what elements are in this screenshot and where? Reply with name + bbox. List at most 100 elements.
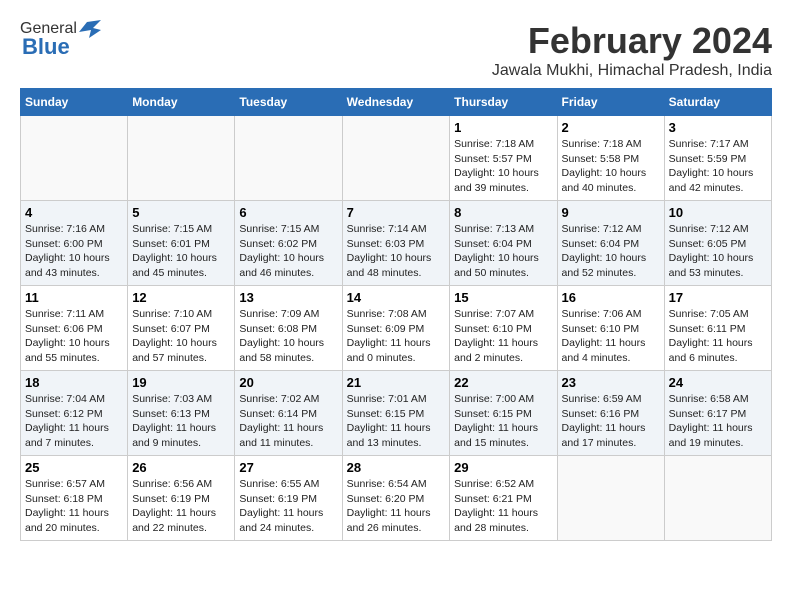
day-info: Sunrise: 7:16 AM Sunset: 6:00 PM Dayligh… [25,222,123,281]
column-header-sunday: Sunday [21,89,128,116]
calendar-cell: 23Sunrise: 6:59 AM Sunset: 6:16 PM Dayli… [557,371,664,456]
calendar-cell: 8 Sunrise: 7:13 AM Sunset: 6:04 PM Daylig… [450,201,557,286]
day-info: Sunrise: 7:04 AM Sunset: 6:12 PM Dayligh… [25,392,123,451]
logo-blue-text: Blue [22,34,70,60]
logo: General Blue [20,20,101,60]
day-number: 18 [25,375,123,390]
day-number: 27 [239,460,337,475]
calendar-week-row: 4 Sunrise: 7:16 AM Sunset: 6:00 PM Daylig… [21,201,772,286]
calendar-cell: 9 Sunrise: 7:12 AM Sunset: 6:04 PM Daylig… [557,201,664,286]
day-number: 5 [132,205,230,220]
column-header-tuesday: Tuesday [235,89,342,116]
day-number: 6 [239,205,337,220]
location-title: Jawala Mukhi, Himachal Pradesh, India [492,62,772,80]
calendar-cell: 1Sunrise: 7:18 AM Sunset: 5:57 PM Daylig… [450,116,557,201]
day-info: Sunrise: 7:14 AM Sunset: 6:03 PM Dayligh… [347,222,446,281]
calendar-cell: 5 Sunrise: 7:15 AM Sunset: 6:01 PM Daylig… [128,201,235,286]
day-info: Sunrise: 7:11 AM Sunset: 6:06 PM Dayligh… [25,307,123,366]
day-info: Sunrise: 7:06 AM Sunset: 6:10 PM Dayligh… [562,307,660,366]
day-info: Sunrise: 7:15 AM Sunset: 6:01 PM Dayligh… [132,222,230,281]
column-header-wednesday: Wednesday [342,89,450,116]
calendar-cell: 4 Sunrise: 7:16 AM Sunset: 6:00 PM Daylig… [21,201,128,286]
day-number: 15 [454,290,552,305]
day-info: Sunrise: 6:56 AM Sunset: 6:19 PM Dayligh… [132,477,230,536]
title-section: February 2024 Jawala Mukhi, Himachal Pra… [492,20,772,80]
day-info: Sunrise: 7:15 AM Sunset: 6:02 PM Dayligh… [239,222,337,281]
day-info: Sunrise: 7:00 AM Sunset: 6:15 PM Dayligh… [454,392,552,451]
calendar-table: SundayMondayTuesdayWednesdayThursdayFrid… [20,88,772,541]
day-number: 8 [454,205,552,220]
day-number: 19 [132,375,230,390]
column-header-friday: Friday [557,89,664,116]
day-number: 17 [669,290,767,305]
day-number: 2 [562,120,660,135]
day-info: Sunrise: 6:57 AM Sunset: 6:18 PM Dayligh… [25,477,123,536]
calendar-cell: 14Sunrise: 7:08 AM Sunset: 6:09 PM Dayli… [342,286,450,371]
calendar-cell [21,116,128,201]
calendar-cell: 11Sunrise: 7:11 AM Sunset: 6:06 PM Dayli… [21,286,128,371]
calendar-cell: 7 Sunrise: 7:14 AM Sunset: 6:03 PM Daylig… [342,201,450,286]
day-info: Sunrise: 6:59 AM Sunset: 6:16 PM Dayligh… [562,392,660,451]
day-number: 26 [132,460,230,475]
calendar-cell: 21 Sunrise: 7:01 AM Sunset: 6:15 PM Dayli… [342,371,450,456]
day-number: 22 [454,375,552,390]
day-number: 21 [347,375,446,390]
calendar-cell: 17 Sunrise: 7:05 AM Sunset: 6:11 PM Dayli… [664,286,771,371]
calendar-cell: 2 Sunrise: 7:18 AM Sunset: 5:58 PM Daylig… [557,116,664,201]
page-header: General Blue February 2024 Jawala Mukhi,… [20,20,772,80]
calendar-cell: 22 Sunrise: 7:00 AM Sunset: 6:15 PM Dayli… [450,371,557,456]
calendar-cell: 19 Sunrise: 7:03 AM Sunset: 6:13 PM Dayli… [128,371,235,456]
day-info: Sunrise: 7:02 AM Sunset: 6:14 PM Dayligh… [239,392,337,451]
day-info: Sunrise: 7:01 AM Sunset: 6:15 PM Dayligh… [347,392,446,451]
calendar-cell: 27 Sunrise: 6:55 AM Sunset: 6:19 PM Dayli… [235,456,342,541]
calendar-cell [128,116,235,201]
day-info: Sunrise: 7:03 AM Sunset: 6:13 PM Dayligh… [132,392,230,451]
day-number: 9 [562,205,660,220]
calendar-cell: 12Sunrise: 7:10 AM Sunset: 6:07 PM Dayli… [128,286,235,371]
day-number: 16 [562,290,660,305]
column-header-thursday: Thursday [450,89,557,116]
day-number: 13 [239,290,337,305]
calendar-cell: 20 Sunrise: 7:02 AM Sunset: 6:14 PM Dayli… [235,371,342,456]
day-info: Sunrise: 7:18 AM Sunset: 5:57 PM Dayligh… [454,137,552,196]
calendar-week-row: 18 Sunrise: 7:04 AM Sunset: 6:12 PM Dayli… [21,371,772,456]
calendar-cell: 10Sunrise: 7:12 AM Sunset: 6:05 PM Dayli… [664,201,771,286]
day-number: 28 [347,460,446,475]
column-header-saturday: Saturday [664,89,771,116]
day-info: Sunrise: 7:13 AM Sunset: 6:04 PM Dayligh… [454,222,552,281]
calendar-cell: 18 Sunrise: 7:04 AM Sunset: 6:12 PM Dayli… [21,371,128,456]
calendar-week-row: 25 Sunrise: 6:57 AM Sunset: 6:18 PM Dayli… [21,456,772,541]
day-info: Sunrise: 7:05 AM Sunset: 6:11 PM Dayligh… [669,307,767,366]
day-info: Sunrise: 7:09 AM Sunset: 6:08 PM Dayligh… [239,307,337,366]
day-number: 3 [669,120,767,135]
calendar-cell [235,116,342,201]
day-info: Sunrise: 6:55 AM Sunset: 6:19 PM Dayligh… [239,477,337,536]
day-number: 4 [25,205,123,220]
day-number: 29 [454,460,552,475]
day-info: Sunrise: 7:12 AM Sunset: 6:04 PM Dayligh… [562,222,660,281]
month-title: February 2024 [492,20,772,62]
day-info: Sunrise: 6:52 AM Sunset: 6:21 PM Dayligh… [454,477,552,536]
calendar-cell: 13 Sunrise: 7:09 AM Sunset: 6:08 PM Dayli… [235,286,342,371]
calendar-cell: 16 Sunrise: 7:06 AM Sunset: 6:10 PM Dayli… [557,286,664,371]
calendar-cell [557,456,664,541]
calendar-cell: 28 Sunrise: 6:54 AM Sunset: 6:20 PM Dayli… [342,456,450,541]
day-info: Sunrise: 7:18 AM Sunset: 5:58 PM Dayligh… [562,137,660,196]
day-info: Sunrise: 7:08 AM Sunset: 6:09 PM Dayligh… [347,307,446,366]
calendar-cell: 29 Sunrise: 6:52 AM Sunset: 6:21 PM Dayli… [450,456,557,541]
day-number: 7 [347,205,446,220]
day-info: Sunrise: 6:54 AM Sunset: 6:20 PM Dayligh… [347,477,446,536]
logo-bird-icon [79,20,101,38]
calendar-cell [342,116,450,201]
day-info: Sunrise: 7:07 AM Sunset: 6:10 PM Dayligh… [454,307,552,366]
day-info: Sunrise: 6:58 AM Sunset: 6:17 PM Dayligh… [669,392,767,451]
day-number: 10 [669,205,767,220]
calendar-week-row: 11Sunrise: 7:11 AM Sunset: 6:06 PM Dayli… [21,286,772,371]
calendar-cell: 3 Sunrise: 7:17 AM Sunset: 5:59 PM Daylig… [664,116,771,201]
day-number: 25 [25,460,123,475]
day-info: Sunrise: 7:10 AM Sunset: 6:07 PM Dayligh… [132,307,230,366]
day-number: 24 [669,375,767,390]
day-number: 20 [239,375,337,390]
calendar-cell: 25 Sunrise: 6:57 AM Sunset: 6:18 PM Dayli… [21,456,128,541]
day-info: Sunrise: 7:17 AM Sunset: 5:59 PM Dayligh… [669,137,767,196]
